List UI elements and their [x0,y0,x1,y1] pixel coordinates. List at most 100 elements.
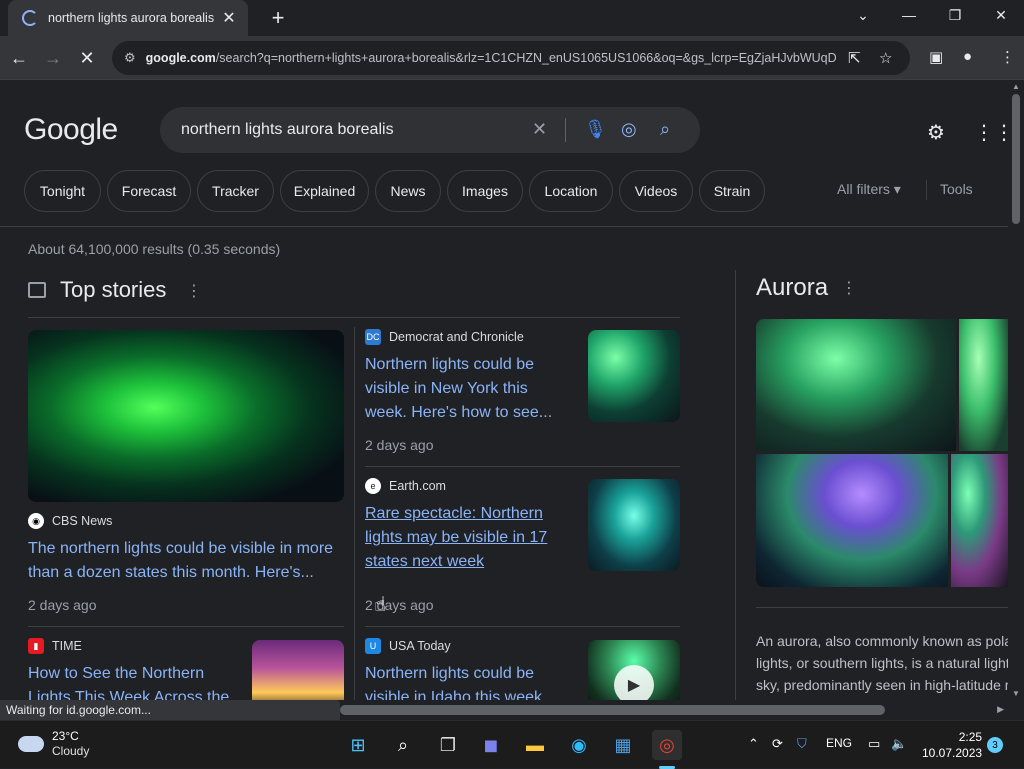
profile-icon[interactable]: ● [963,48,972,65]
vertical-scrollbar[interactable]: ▲ ▼ [1008,80,1024,700]
chip-strain[interactable]: Strain [699,170,765,212]
search-taskbar-icon[interactable]: ⌕ [388,730,418,760]
knowledge-image[interactable] [756,319,956,451]
security-shield-icon[interactable]: ⛉ [797,736,807,752]
chip-forecast[interactable]: Forecast [107,170,191,212]
story-headline-link[interactable]: The northern lights could be visible in … [28,537,344,585]
minimize-button[interactable]: — [886,0,932,30]
side-panel-icon[interactable]: ▣ [929,48,943,66]
show-hidden-icons-chevron-icon[interactable]: ⌃ [748,736,759,752]
usa-today-logo-icon: U [365,638,381,654]
filters-divider [926,180,927,200]
scroll-down-icon[interactable]: ▼ [1012,689,1020,698]
chip-location[interactable]: Location [529,170,613,212]
chip-tracker[interactable]: Tracker [197,170,274,212]
story-source: ▮ TIME [28,638,82,654]
browser-menu-icon[interactable]: ⋮ [1000,48,1015,66]
story-thumbnail[interactable] [588,330,680,422]
task-view-icon[interactable]: ❐ [433,730,463,760]
knowledge-image[interactable] [756,454,948,587]
story-thumbnail[interactable] [252,640,344,700]
story-headline-link[interactable]: Northern lights could be visible in New … [365,353,565,425]
settings-gear-icon[interactable]: ⚙ [927,120,945,145]
chip-news[interactable]: News [375,170,441,212]
address-bar[interactable]: ⚙ google.com/search?q=northern+lights+au… [112,41,910,75]
url-text[interactable]: google.com/search?q=northern+lights+auro… [146,51,836,65]
header-divider [0,226,1008,227]
edge-browser-icon[interactable]: ◉ [564,730,594,760]
bookmark-star-icon[interactable]: ☆ [879,49,892,67]
forward-arrow-icon[interactable]: → [39,44,67,72]
clear-icon[interactable]: ✕ [532,119,547,140]
knowledge-panel-line [756,607,1008,608]
knowledge-panel-description: An aurora, also commonly known as pola l… [756,630,1008,696]
chip-explained[interactable]: Explained [280,170,369,212]
microsoft-store-icon[interactable]: ▦ [608,730,638,760]
source-name: Earth.com [389,479,446,493]
story-source: DC Democrat and Chronicle [365,329,524,345]
volume-icon[interactable]: 🔈 [891,736,907,752]
tools-button[interactable]: Tools [940,181,973,197]
network-icon[interactable]: ▭ [868,736,880,752]
tab-search-chevron-icon[interactable]: ⌄ [840,0,886,30]
knowledge-image[interactable] [959,319,1008,451]
all-filters-button[interactable]: All filters ▾ [837,181,901,198]
weather-condition: Cloudy [52,744,90,758]
story-thumbnail[interactable] [588,479,680,571]
story-headline-link[interactable]: Northern lights could be visible in Idah… [365,662,565,700]
chip-images[interactable]: Images [447,170,523,212]
time-logo-icon: ▮ [28,638,44,654]
story-video-thumbnail[interactable]: ▶ [588,640,680,700]
close-tab-icon[interactable]: ✕ [220,9,238,27]
site-info-icon[interactable]: ⚙ [124,50,136,66]
story-divider [28,626,344,627]
play-icon[interactable]: ▶ [614,665,654,700]
knowledge-panel-more-icon[interactable]: ⋮ [841,278,857,298]
start-windows-icon[interactable]: ⊞ [343,730,373,760]
chip-videos[interactable]: Videos [619,170,693,212]
system-clock[interactable]: 2:25 10.07.2023 [922,729,982,761]
browser-tab[interactable]: northern lights aurora borealis ✕ [8,0,248,36]
microphone-icon[interactable]: 🎙 [584,119,607,140]
sync-icon[interactable]: ⟳ [772,736,783,752]
scroll-up-icon[interactable]: ▲ [1012,82,1020,91]
close-window-button[interactable]: ✕ [978,0,1024,30]
share-icon[interactable]: ⇱ [848,49,861,67]
new-tab-button[interactable]: + [265,5,291,31]
browser-toolbar: ← → ✕ ⚙ google.com/search?q=northern+lig… [0,36,1024,80]
chip-tonight[interactable]: Tonight [24,170,101,212]
clock-date: 10.07.2023 [922,746,983,760]
loading-spinner-icon [22,10,38,26]
cloud-icon [18,736,44,752]
search-icon[interactable]: ⌕ [660,119,670,140]
story-divider [365,466,680,467]
story-headline-link[interactable]: Rare spectacle: Northern lights may be v… [365,502,565,574]
story-thumbnail[interactable] [28,330,344,502]
chrome-browser-icon[interactable]: ◎ [652,730,682,760]
google-logo[interactable]: Google [24,113,118,147]
knowledge-panel-divider [735,270,736,700]
story-source: U USA Today [365,638,451,654]
vertical-scroll-thumb[interactable] [1012,94,1020,224]
search-divider [565,118,566,142]
knowledge-image[interactable] [951,454,1008,587]
horizontal-scroll-thumb[interactable] [340,705,885,715]
file-explorer-icon[interactable]: ▬ [520,730,550,760]
more-options-icon[interactable]: ⋮ [186,281,202,301]
weather-widget[interactable]: 23°C Cloudy [18,729,89,759]
top-stories-divider [28,317,680,318]
apps-grid-icon[interactable]: ⋮⋮ [974,120,1008,145]
stop-loading-icon[interactable]: ✕ [73,44,101,72]
democrat-chronicle-logo-icon: DC [365,329,381,345]
story-headline-link[interactable]: How to See the Northern Lights This Week… [28,662,234,700]
teams-chat-icon[interactable]: ◼ [476,730,506,760]
mouse-cursor-icon: ☝ [374,594,387,616]
source-name: TIME [52,639,82,653]
restore-button[interactable]: ❐ [932,0,978,30]
lens-camera-icon[interactable]: ◎ [621,119,637,140]
back-arrow-icon[interactable]: ← [5,44,33,72]
notification-badge[interactable]: 3 [987,737,1003,753]
search-box[interactable]: northern lights aurora borealis ✕ 🎙 ◎ ⌕ [160,107,700,153]
language-indicator[interactable]: ENG [826,736,852,750]
scroll-right-icon[interactable]: ▶ [997,704,1004,715]
